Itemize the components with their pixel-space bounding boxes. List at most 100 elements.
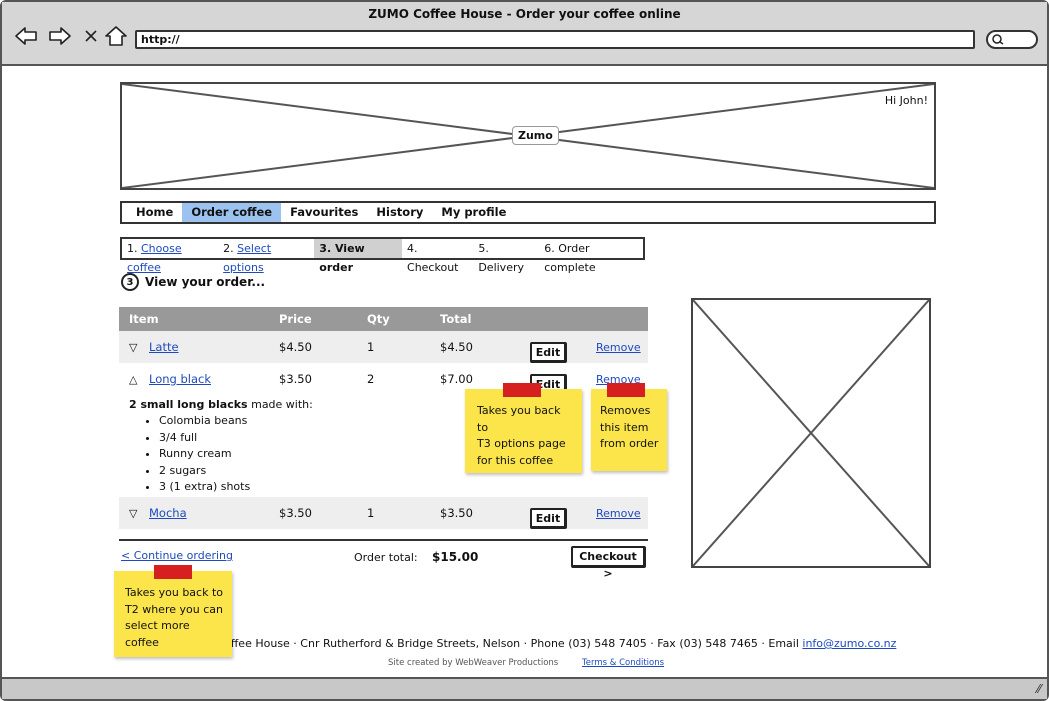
item-link[interactable]: Mocha (149, 506, 187, 520)
price-cell: $4.50 (279, 340, 312, 354)
step-number: 1. (127, 242, 138, 255)
stop-x-icon[interactable] (79, 24, 103, 48)
page-heading: 3 View your order... (121, 273, 265, 291)
resize-grip-icon[interactable]: ⁄⁄ (1037, 682, 1041, 696)
order-total-label: Order total: (354, 551, 418, 564)
note-line: Takes you back to (125, 586, 224, 599)
step-view-order: 3. View order (314, 239, 403, 274)
browser-window: ZUMO Coffee House - Order your coffee on… (0, 0, 1049, 701)
column-header-price: Price (279, 312, 312, 326)
address-bar[interactable]: http:// (135, 30, 975, 49)
search-field[interactable] (986, 30, 1038, 49)
checkout-button[interactable]: Checkout > (571, 546, 646, 580)
tape-strip (503, 383, 541, 397)
note-line: Takes you back to (477, 404, 561, 434)
step-number: 6. (544, 242, 555, 255)
collapse-triangle-icon[interactable]: △ (129, 364, 141, 396)
item-cell: △ Long black (129, 363, 211, 396)
note-line: select more coffee (125, 619, 190, 649)
remove-link[interactable]: Remove (596, 507, 641, 520)
item-cell: ▽ Latte (129, 331, 179, 364)
qty-cell: 2 (367, 372, 375, 386)
step-label: Delivery (478, 261, 524, 274)
qty-cell: 1 (367, 506, 375, 520)
step-delivery: 5. Delivery (473, 239, 539, 274)
edit-cell: Edit (530, 502, 567, 534)
annotation-note-remove: Removes this item from order (591, 383, 667, 471)
nav-history[interactable]: History (367, 203, 432, 222)
footer-credit: Site created by WebWeaver Productions (388, 658, 559, 668)
note-line: from order (600, 437, 659, 450)
table-divider (119, 539, 648, 541)
search-icon (992, 34, 1004, 45)
annotation-note-continue: Takes you back to T2 where you can selec… (114, 565, 232, 657)
edit-button[interactable]: Edit (530, 508, 567, 529)
table-header: Item Price Qty Total (119, 307, 648, 331)
step-checkout: 4. Checkout (402, 239, 473, 274)
column-header-item: Item (129, 312, 159, 326)
status-bar: ⁄⁄ (2, 677, 1047, 699)
order-total-value: $15.00 (432, 550, 479, 564)
nav-order-coffee[interactable]: Order coffee (182, 203, 282, 222)
option-item: 3 (1 extra) shots (159, 479, 648, 496)
image-placeholder (691, 298, 931, 568)
terms-link[interactable]: Terms & Conditions (582, 658, 664, 668)
step-select-options[interactable]: 2. Select options (218, 239, 314, 274)
total-cell: $4.50 (440, 340, 473, 354)
details-summary-rest: made with: (247, 398, 313, 411)
price-cell: $3.50 (279, 506, 312, 520)
site-logo[interactable]: Zumo (512, 126, 559, 145)
table-row: ▽ Latte $4.50 1 $4.50 Edit Remove (119, 331, 648, 363)
window-title: ZUMO Coffee House - Order your coffee on… (368, 7, 681, 21)
details-summary-bold: 2 small long blacks (129, 398, 248, 411)
step-number: 4. (407, 242, 418, 255)
footer-address: offee House · Cnr Rutherford & Bridge St… (224, 637, 803, 650)
forward-arrow-icon[interactable] (48, 24, 72, 48)
footer-contact: offee House · Cnr Rutherford & Bridge St… (224, 637, 896, 650)
nav-favourites[interactable]: Favourites (281, 203, 367, 222)
note-line: T2 where you can (125, 602, 223, 616)
footer-email-link[interactable]: info@zumo.co.nz (802, 637, 896, 650)
step-number: 3. (319, 242, 332, 255)
annotation-note-edit: Takes you back to T3 options page for th… (465, 383, 582, 473)
expand-triangle-icon[interactable]: ▽ (129, 498, 141, 530)
step-number: 5. (478, 242, 489, 255)
page-title: View your order... (145, 275, 266, 289)
browser-toolbar: ZUMO Coffee House - Order your coffee on… (2, 2, 1047, 66)
continue-ordering-link[interactable]: < Continue ordering (121, 549, 233, 562)
remove-cell: Remove (596, 497, 641, 530)
header-banner: Zumo Hi John! (120, 82, 936, 190)
step-order-complete: 6. Order complete (539, 239, 643, 274)
tape-strip (154, 565, 192, 579)
note-line: Removes (600, 404, 651, 417)
home-icon[interactable] (104, 24, 128, 48)
image-placeholder-cross (692, 299, 930, 567)
remove-link[interactable]: Remove (596, 341, 641, 354)
nav-my-profile[interactable]: My profile (432, 203, 515, 222)
note-line: for this coffee (477, 453, 554, 467)
step-number-badge: 3 (121, 273, 139, 291)
item-link[interactable]: Latte (149, 340, 179, 354)
user-greeting: Hi John! (884, 94, 928, 107)
remove-cell: Remove (596, 331, 641, 364)
step-number: 2. (223, 242, 234, 255)
total-cell: $3.50 (440, 506, 473, 520)
table-row: ▽ Mocha $3.50 1 $3.50 Edit Remove (119, 497, 648, 529)
expand-triangle-icon[interactable]: ▽ (129, 332, 141, 364)
qty-cell: 1 (367, 340, 375, 354)
order-steps-breadcrumb: 1. Choose coffee 2. Select options 3. Vi… (120, 237, 645, 274)
main-navigation: Home Order coffee Favourites History My … (120, 201, 936, 224)
item-link[interactable]: Long black (149, 372, 211, 386)
step-choose-coffee[interactable]: 1. Choose coffee (122, 239, 218, 274)
column-header-total: Total (440, 312, 472, 326)
nav-home[interactable]: Home (122, 203, 182, 222)
note-line: this item (600, 420, 649, 434)
price-cell: $3.50 (279, 372, 312, 386)
item-cell: ▽ Mocha (129, 497, 187, 530)
column-header-qty: Qty (367, 312, 390, 326)
tape-strip (607, 383, 645, 397)
edit-button[interactable]: Edit (530, 342, 567, 363)
note-line: T3 options page (477, 437, 566, 450)
step-label: Checkout (407, 261, 459, 274)
back-arrow-icon[interactable] (14, 24, 38, 48)
